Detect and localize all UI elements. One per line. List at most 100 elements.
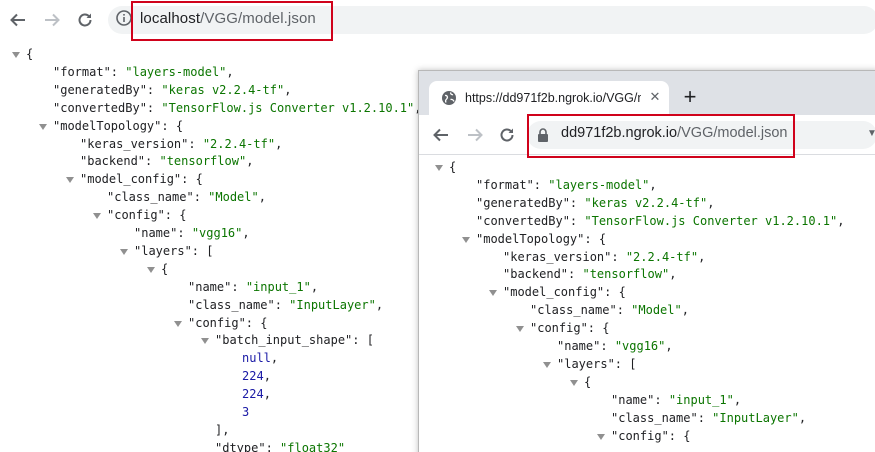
forward-arrow-icon[interactable]	[40, 8, 64, 32]
json-line: 3	[242, 404, 249, 422]
expand-toggle-icon[interactable]	[597, 433, 605, 440]
json-string: "float32"	[280, 440, 346, 452]
json-line: "format": "layers-model",	[53, 64, 234, 82]
expand-toggle-icon[interactable]	[489, 290, 497, 297]
expand-toggle-icon[interactable]	[120, 248, 128, 255]
json-punct: ,	[275, 136, 283, 151]
json-punct: ,	[733, 392, 742, 407]
json-punct: ,	[707, 195, 715, 210]
json-punct: :	[145, 154, 160, 169]
url-highlight-box	[131, 1, 333, 41]
json-punct: :	[697, 410, 713, 425]
tab-strip: https://dd971f2b.ngrok.io/VGG/model.json…	[419, 71, 875, 115]
json-punct: {	[26, 47, 34, 61]
json-number: null	[242, 351, 271, 366]
expand-toggle-icon[interactable]	[174, 320, 182, 327]
front-browser-window: https://dd971f2b.ngrok.io/VGG/model.json…	[418, 70, 875, 452]
json-number: 224	[242, 369, 264, 384]
json-punct: : {	[181, 172, 203, 187]
json-string: "Model"	[208, 190, 259, 205]
back-arrow-icon[interactable]	[429, 123, 453, 147]
json-punct: :	[568, 267, 583, 282]
back-browser-toolbar: localhost/VGG/model.json	[0, 0, 875, 41]
json-line: "model_config": {	[80, 171, 203, 189]
json-line: "name": "input_1",	[188, 279, 318, 297]
json-punct: : [	[352, 333, 374, 348]
new-tab-plus-icon[interactable]: +	[679, 86, 701, 109]
expand-toggle-icon[interactable]	[462, 236, 470, 243]
json-key: "generatedBy"	[53, 82, 147, 97]
json-line: "model_config": {	[503, 284, 626, 302]
json-punct: :	[177, 226, 192, 240]
json-punct: ,	[242, 226, 250, 240]
json-punct: :	[533, 177, 549, 192]
reload-icon[interactable]	[73, 8, 97, 32]
forward-arrow-icon[interactable]	[463, 123, 487, 147]
json-punct: :	[188, 136, 203, 151]
expand-toggle-icon[interactable]	[93, 213, 101, 220]
chevron-down-icon[interactable]: ▼	[867, 128, 875, 139]
browser-tab[interactable]: https://dd971f2b.ngrok.io/VGG/model.json…	[429, 81, 669, 115]
json-string: "vgg16"	[191, 226, 243, 240]
json-punct: :	[616, 303, 632, 318]
expand-toggle-icon[interactable]	[435, 165, 443, 171]
json-punct: ,	[669, 267, 677, 282]
json-string: "tensorflow"	[159, 154, 247, 169]
expand-toggle-icon[interactable]	[12, 52, 20, 58]
reload-icon[interactable]	[495, 123, 519, 147]
json-line: "keras_version": "2.2.4-tf",	[80, 136, 282, 154]
expand-toggle-icon[interactable]	[516, 326, 524, 333]
json-key: "format"	[476, 177, 534, 192]
json-key: "convertedBy"	[53, 100, 147, 115]
json-line: {	[584, 374, 591, 392]
json-key: "batch_input_shape"	[215, 333, 353, 348]
json-string: "TensorFlow.js Converter v1.2.10.1"	[161, 100, 415, 115]
json-key: "name"	[611, 392, 655, 407]
json-punct: :	[193, 190, 209, 205]
json-key: "generatedBy"	[476, 195, 570, 210]
json-punct: : {	[668, 428, 691, 443]
json-key: "model_config"	[80, 172, 182, 187]
json-line: "dtype": "float32"	[215, 440, 345, 452]
json-line: "layers": [	[557, 356, 636, 374]
expand-toggle-icon[interactable]	[147, 266, 155, 273]
expand-toggle-icon[interactable]	[543, 361, 551, 368]
json-punct: :	[265, 440, 281, 452]
json-number: 3	[242, 405, 250, 419]
expand-toggle-icon[interactable]	[201, 338, 209, 345]
json-line: {	[26, 46, 33, 64]
json-line: 224,	[242, 386, 271, 404]
json-punct: : {	[161, 118, 184, 133]
json-punct: ,	[649, 177, 657, 192]
json-punct: ,	[263, 387, 271, 402]
json-punct: ,	[270, 351, 279, 366]
json-line: "class_name": "InputLayer",	[611, 410, 806, 428]
json-key: "class_name"	[107, 190, 194, 205]
json-punct: :	[146, 82, 162, 97]
json-string: "layers-model"	[548, 177, 650, 192]
json-key: "keras_version"	[503, 249, 612, 264]
expand-toggle-icon[interactable]	[570, 379, 578, 386]
json-line: "batch_input_shape": [	[215, 332, 374, 350]
json-line: {	[161, 261, 168, 279]
json-key: "modelTopology"	[476, 231, 585, 246]
json-line: "name": "vgg16",	[134, 225, 250, 243]
json-punct: :	[110, 64, 126, 79]
expand-toggle-icon[interactable]	[66, 177, 74, 184]
json-key: "class_name"	[530, 303, 617, 318]
json-string: "2.2.4-tf"	[202, 136, 276, 151]
json-punct: ,	[665, 339, 673, 353]
json-key: "class_name"	[188, 297, 275, 312]
json-key: "class_name"	[611, 410, 698, 425]
json-punct: ,	[246, 154, 254, 169]
json-string: "TensorFlow.js Converter v1.2.10.1"	[584, 213, 838, 228]
json-line: "config": {	[530, 320, 609, 338]
json-punct: ,	[798, 410, 807, 425]
json-punct: :	[600, 339, 615, 353]
json-key: "config"	[611, 428, 669, 443]
back-arrow-icon[interactable]	[6, 8, 30, 32]
json-punct: :	[611, 249, 626, 264]
json-punct: {	[161, 261, 169, 276]
tab-close-icon[interactable]: ✕	[647, 89, 663, 105]
expand-toggle-icon[interactable]	[39, 123, 47, 130]
